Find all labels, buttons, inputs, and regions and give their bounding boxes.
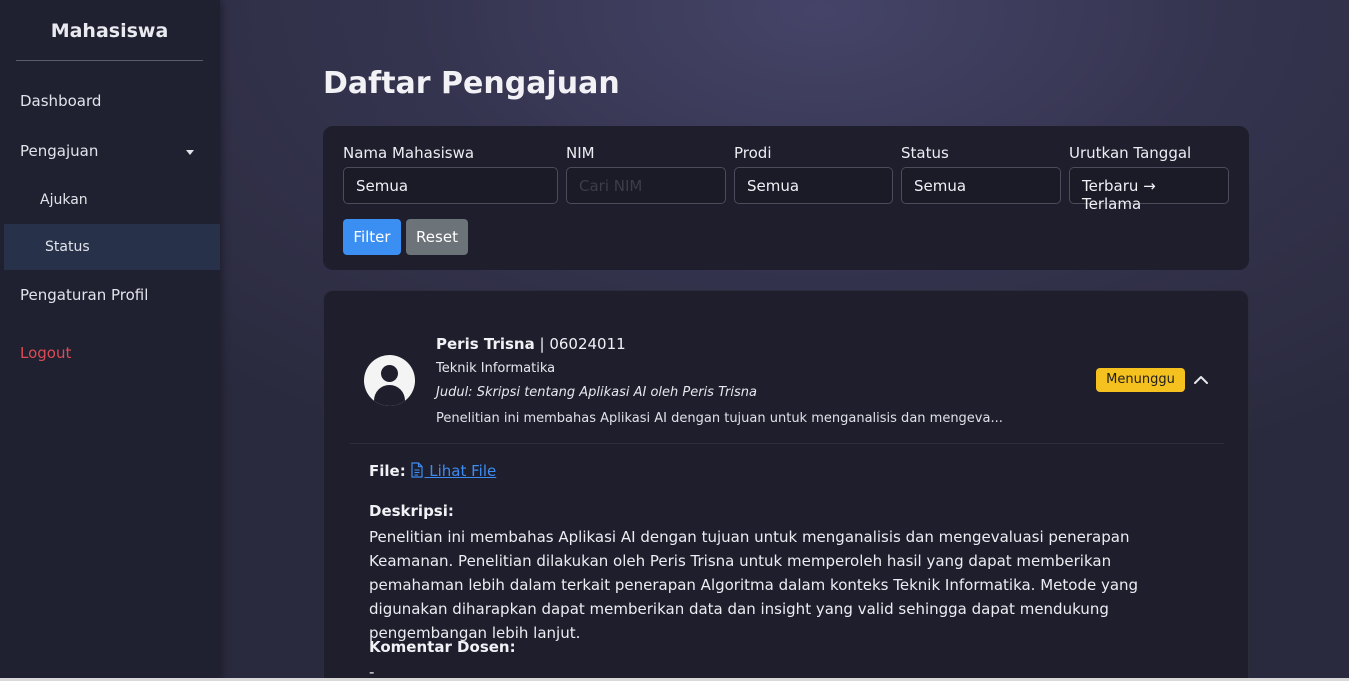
submission-prodi: Teknik Informatika (436, 361, 556, 376)
sidebar-item-label: Logout (20, 344, 72, 362)
sidebar-brand: Mahasiswa (16, 20, 203, 61)
sidebar-subitem-ajukan[interactable]: Ajukan (0, 192, 220, 212)
divider (350, 443, 1224, 444)
sidebar-item-label: Dashboard (20, 92, 102, 110)
filter-button[interactable]: Filter (343, 219, 401, 255)
file-label: File: (369, 462, 406, 480)
filter-urut-select[interactable]: Terbaru → Terlama (1069, 167, 1229, 213)
avatar-icon (364, 355, 415, 406)
filter-panel: Nama Mahasiswa Semua NIM Prodi Semua Sta… (323, 126, 1249, 270)
submission-judul: Judul: Skripsi tentang Aplikasi AI oleh … (436, 385, 757, 400)
view-file-link[interactable]: Lihat File (410, 462, 496, 480)
filter-urut-group: Urutkan Tanggal Terbaru → Terlama (1069, 144, 1229, 213)
filter-prodi-label: Prodi (734, 144, 772, 162)
filter-nim-label: NIM (566, 144, 595, 162)
komentar-label: Komentar Dosen: (369, 638, 516, 656)
reset-button[interactable]: Reset (406, 219, 468, 255)
filter-nama-select[interactable]: Semua (343, 167, 558, 204)
filter-status-label: Status (901, 144, 949, 162)
caret-down-icon (186, 150, 194, 155)
sidebar: Mahasiswa Dashboard Pengajuan Ajukan Sta… (0, 0, 220, 681)
filter-nim-input[interactable] (566, 167, 726, 204)
sidebar-item-pengajuan[interactable]: Pengajuan (0, 142, 220, 164)
avatar-head (381, 365, 398, 382)
filter-status-select[interactable]: Semua (901, 167, 1061, 204)
sidebar-item-pengaturan-profil[interactable]: Pengaturan Profil (0, 286, 220, 308)
submission-name: Peris Trisna (436, 335, 535, 353)
file-row: File: Lihat File (369, 462, 496, 480)
sidebar-item-label: Pengaturan Profil (20, 286, 149, 304)
sidebar-item-logout[interactable]: Logout (0, 344, 220, 366)
sidebar-item-dashboard[interactable]: Dashboard (0, 92, 220, 114)
sidebar-subitem-status[interactable]: Status (4, 224, 220, 270)
status-badge: Menunggu (1096, 368, 1185, 392)
deskripsi-text: Penelitian ini membahas Aplikasi AI deng… (369, 528, 1139, 642)
filter-nim-group: NIM (566, 144, 726, 204)
sidebar-item-label: Ajukan (40, 192, 88, 208)
name-separator: | (534, 335, 550, 353)
avatar-body (374, 385, 405, 406)
filter-nama-group: Nama Mahasiswa Semua (343, 144, 558, 204)
file-icon (411, 462, 424, 478)
brand-text: Mahasiswa (50, 20, 169, 42)
deskripsi-label: Deskripsi: (369, 502, 454, 520)
filter-nama-label: Nama Mahasiswa (343, 144, 475, 162)
filter-status-group: Status Semua (901, 144, 1061, 204)
chevron-up-icon[interactable] (1192, 371, 1210, 389)
filter-prodi-group: Prodi Semua (734, 144, 893, 204)
submission-nim: 06024011 (549, 335, 626, 353)
submission-name-line: Peris Trisna | 06024011 (436, 335, 626, 353)
sidebar-item-label: Status (45, 239, 90, 255)
page-title: Daftar Pengajuan (323, 66, 620, 101)
submission-excerpt: Penelitian ini membahas Aplikasi AI deng… (436, 411, 1003, 426)
page: Mahasiswa Dashboard Pengajuan Ajukan Sta… (0, 0, 1349, 681)
sidebar-item-label: Pengajuan (20, 142, 99, 160)
filter-urut-label: Urutkan Tanggal (1069, 144, 1192, 162)
filter-prodi-select[interactable]: Semua (734, 167, 893, 204)
submission-card: Peris Trisna | 06024011 Teknik Informati… (323, 290, 1249, 681)
view-file-text: Lihat File (429, 462, 497, 480)
